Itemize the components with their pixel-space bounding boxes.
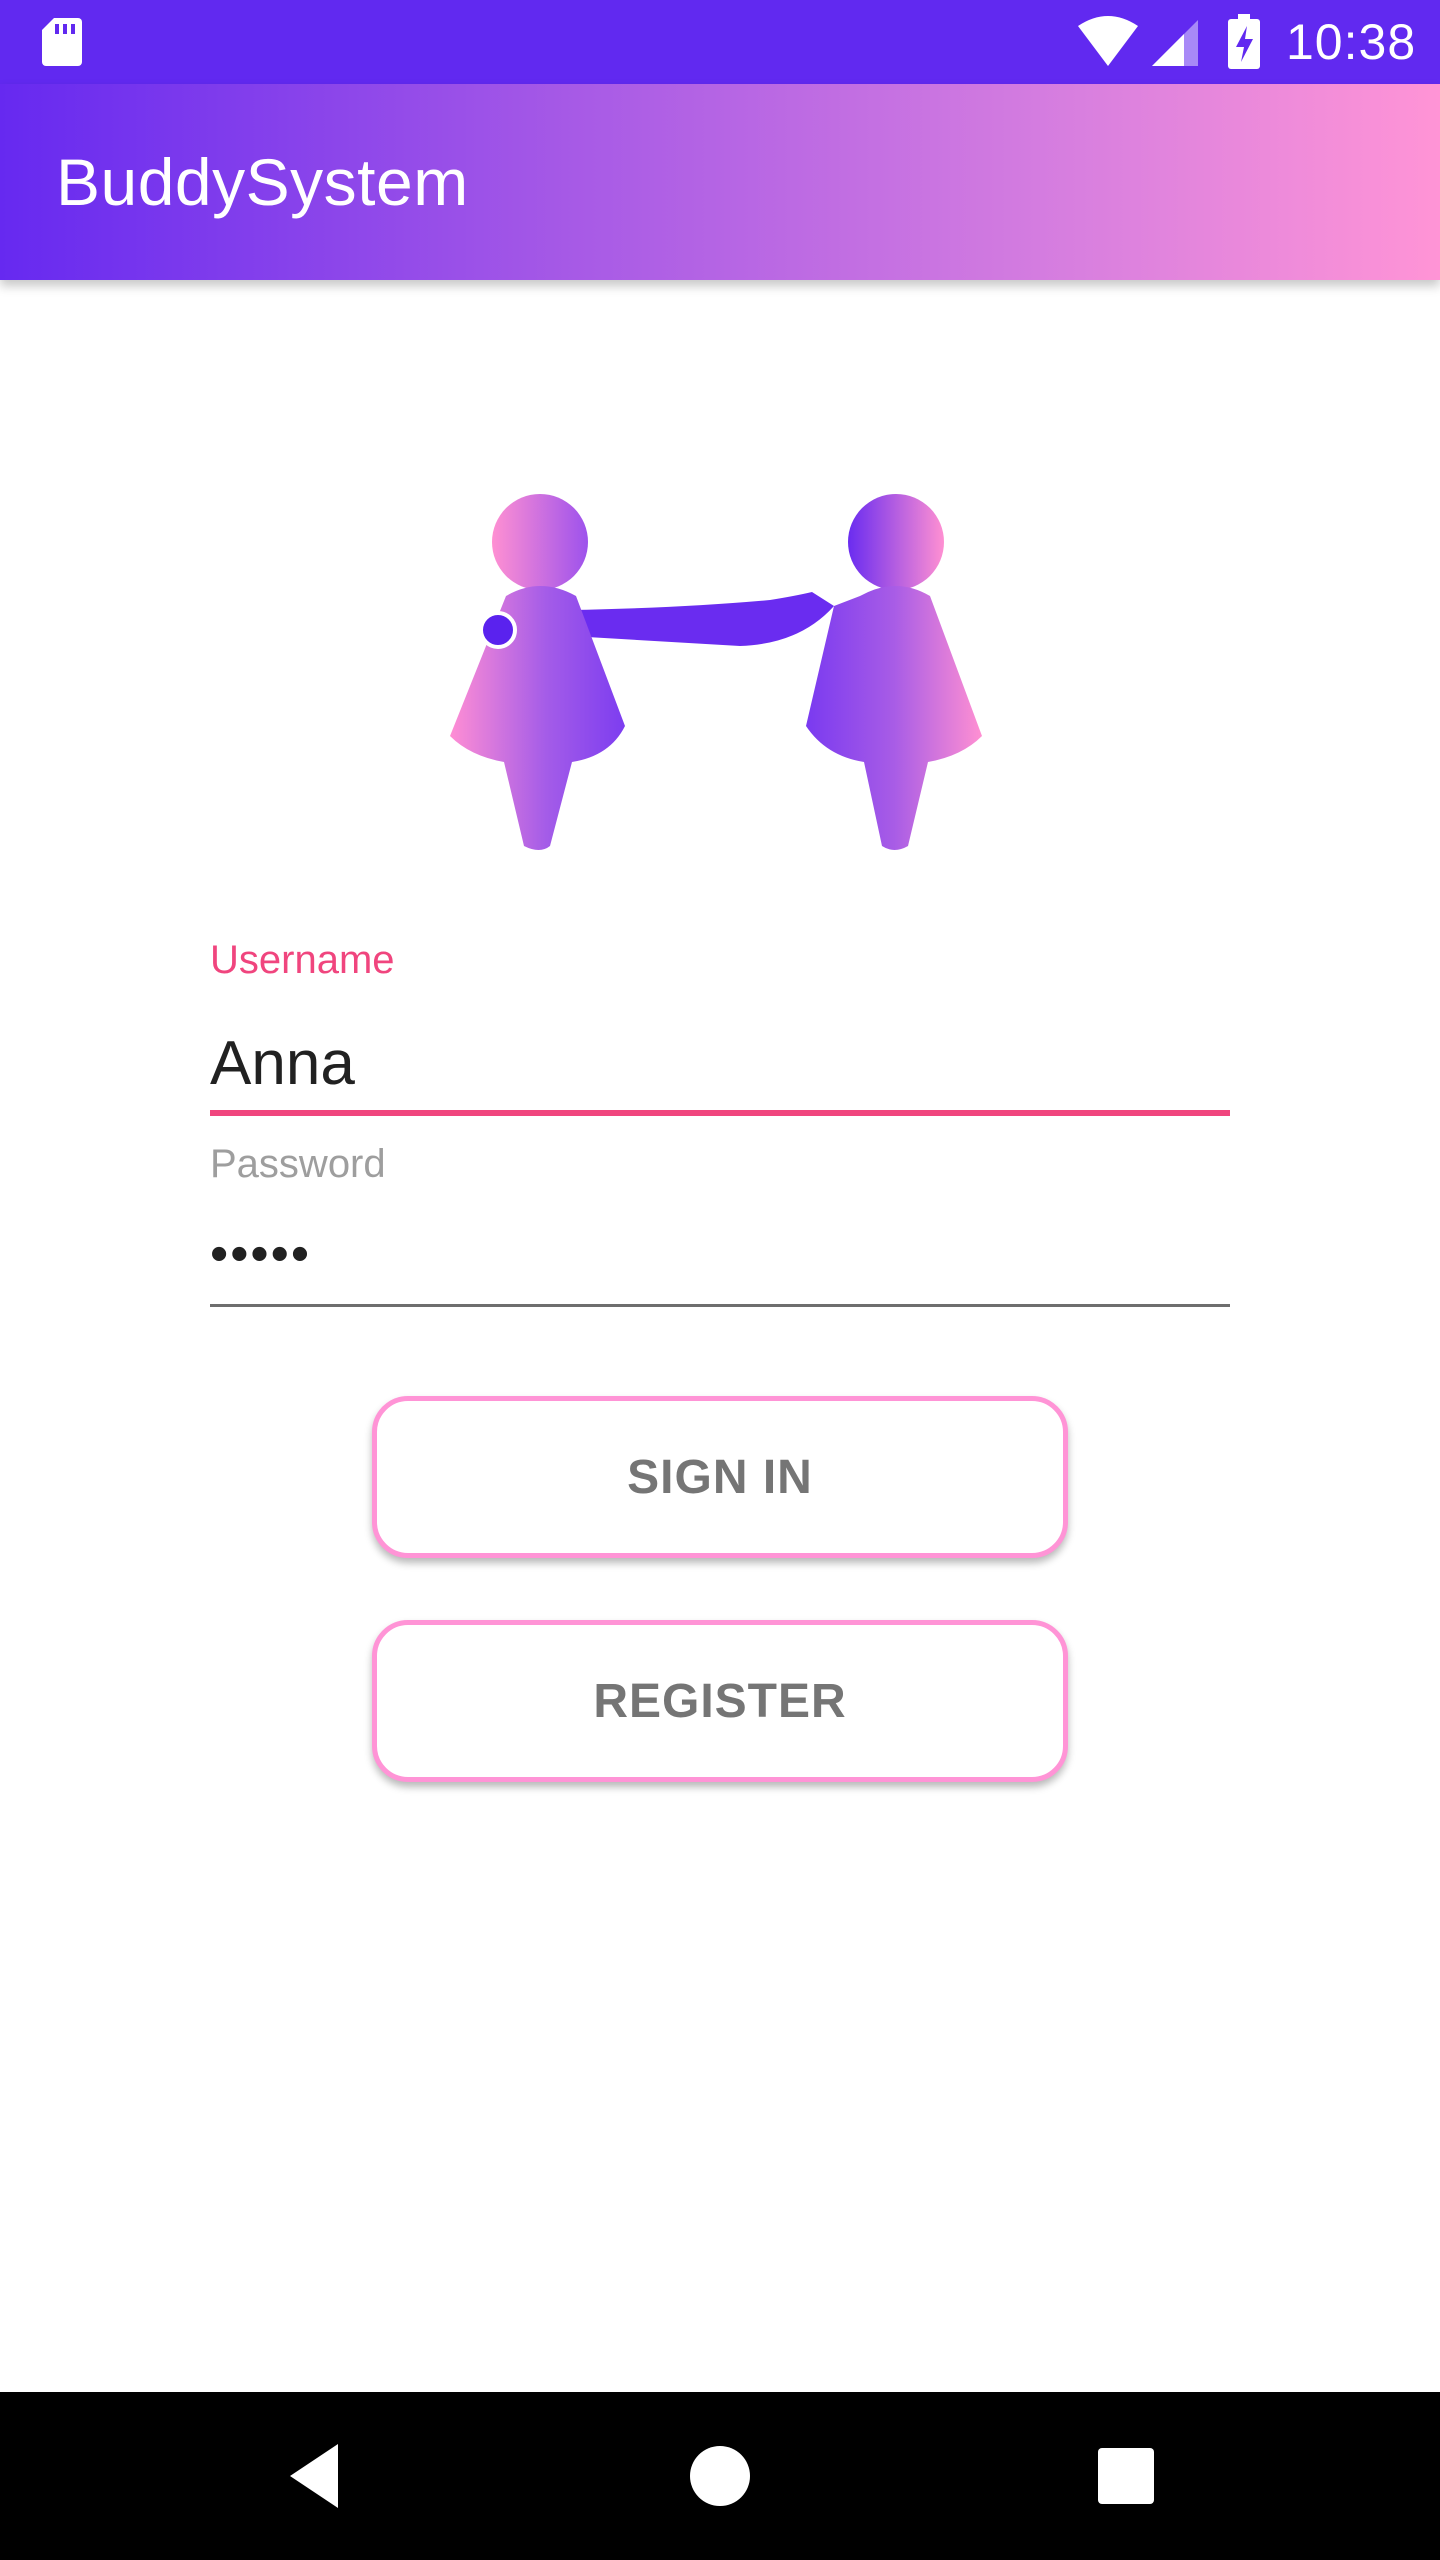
- recents-icon[interactable]: [1082, 2432, 1170, 2520]
- password-field[interactable]: Password •••••: [210, 1132, 1230, 1312]
- status-bar: 10:38: [0, 0, 1440, 84]
- app-bar: BuddySystem: [0, 84, 1440, 280]
- battery-charging-icon: [1228, 14, 1260, 69]
- register-button[interactable]: REGISTER: [372, 1620, 1068, 1782]
- wifi-icon: [1078, 16, 1138, 66]
- login-screen: 10:38 BuddySystem Username Anna Password…: [0, 0, 1440, 2560]
- home-icon[interactable]: [676, 2432, 764, 2520]
- cell-signal-icon: [1152, 20, 1198, 66]
- username-label: Username: [210, 938, 395, 982]
- back-icon[interactable]: [270, 2432, 358, 2520]
- password-underline: [210, 1304, 1230, 1307]
- password-input[interactable]: •••••: [210, 1224, 311, 1284]
- username-input[interactable]: Anna: [210, 1028, 355, 1099]
- status-clock: 10:38: [1286, 14, 1417, 70]
- username-field[interactable]: Username Anna: [210, 938, 1230, 1124]
- sd-card-icon: [42, 18, 82, 66]
- password-label: Password: [210, 1142, 386, 1186]
- sign-in-button[interactable]: SIGN IN: [372, 1396, 1068, 1558]
- navigation-bar: [0, 2392, 1440, 2560]
- app-title: BuddySystem: [56, 145, 469, 219]
- two-buddies-holding-hands-icon: [450, 494, 982, 850]
- username-underline: [210, 1110, 1230, 1116]
